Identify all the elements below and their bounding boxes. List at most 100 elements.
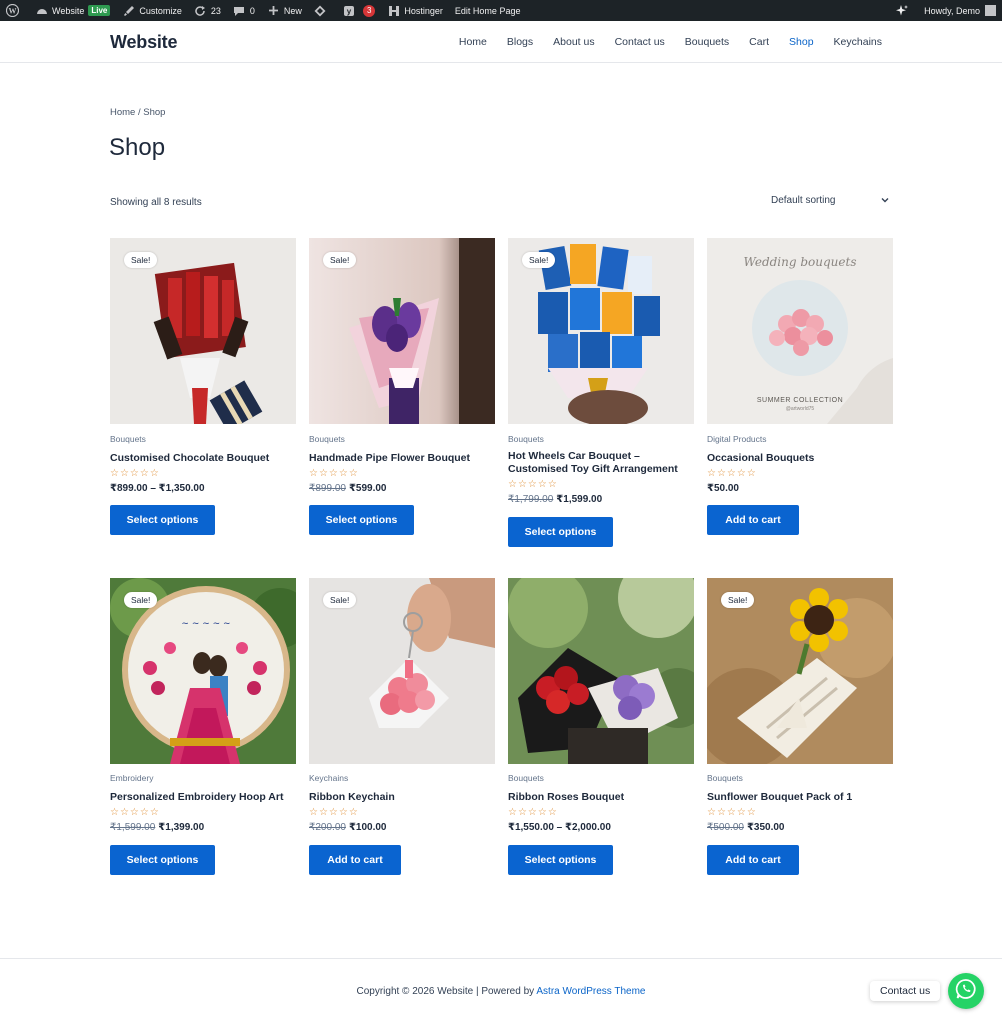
current-price: ₹1,399.00	[158, 822, 205, 833]
new-content-link[interactable]: New	[261, 0, 308, 21]
breadcrumb[interactable]: Home / Shop	[110, 107, 165, 118]
svg-text:y: y	[347, 7, 352, 16]
refresh-icon	[194, 4, 207, 17]
nav-keychains[interactable]: Keychains	[834, 36, 882, 48]
product-title[interactable]: Customised Chocolate Bouquet	[110, 452, 296, 465]
image-script-text: Wedding bouquets	[743, 255, 856, 269]
current-price: ₹1,599.00	[556, 494, 603, 505]
contact-us-chip[interactable]: Contact us	[870, 981, 941, 1001]
image-handle-text: @artworld75	[786, 406, 815, 412]
product-title[interactable]: Occasional Bouquets	[707, 452, 893, 465]
updates-link[interactable]: 23	[188, 0, 227, 21]
product-title[interactable]: Ribbon Keychain	[309, 791, 495, 804]
product-category: Bouquets	[508, 773, 544, 783]
current-price: ₹100.00	[348, 822, 387, 833]
site-header: Website Home Blogs About us Contact us B…	[0, 21, 1002, 63]
select-options-button[interactable]: Select options	[508, 517, 613, 547]
sorting-select[interactable]: Default sorting	[762, 189, 892, 211]
product-category: Embroidery	[110, 773, 154, 783]
select-options-button[interactable]: Select options	[110, 845, 215, 875]
current-price: ₹599.00	[348, 483, 387, 494]
product-card: Sale!	[309, 578, 495, 764]
whatsapp-button[interactable]	[948, 973, 984, 1009]
hostinger-label: Hostinger	[404, 5, 443, 16]
product-image[interactable]: Sale!	[309, 238, 495, 424]
product-category: Keychains	[309, 773, 349, 783]
ai-assistant-button[interactable]	[889, 0, 918, 21]
notifications-badge: 3	[362, 4, 376, 17]
product-image[interactable]: Wedding bouquets SUMMER COLLECTION @artw…	[707, 238, 893, 424]
sparkle-icon	[895, 4, 909, 17]
current-price: ₹1,550.00 – ₹2,000.00	[508, 822, 611, 833]
add-to-cart-button[interactable]: Add to cart	[707, 505, 799, 535]
nav-contact-us[interactable]: Contact us	[615, 36, 665, 48]
account-menu[interactable]: Howdy, Demo	[918, 0, 1002, 21]
product-card: Sale!	[508, 238, 694, 424]
nav-bouquets[interactable]: Bouquets	[685, 36, 729, 48]
page-title: Shop	[109, 134, 166, 161]
brush-icon	[122, 4, 135, 17]
svg-text:W: W	[9, 6, 17, 15]
current-price: ₹899.00 – ₹1,350.00	[110, 483, 205, 494]
nav-home[interactable]: Home	[459, 36, 487, 48]
product-image[interactable]: Sale!	[508, 238, 694, 424]
product-title[interactable]: Hot Wheels Car Bouquet – Customised Toy …	[508, 450, 694, 476]
select-options-button[interactable]: Select options	[508, 845, 613, 875]
old-price: ₹500.00	[707, 822, 744, 833]
plus-icon	[267, 4, 280, 17]
nav-about-us[interactable]: About us	[553, 36, 594, 48]
sale-badge: Sale!	[124, 252, 158, 268]
wordpress-logo-button[interactable]: W	[0, 0, 29, 21]
sale-badge: Sale!	[323, 252, 357, 268]
product-card	[508, 578, 694, 764]
diamond-plugin-link[interactable]	[308, 0, 337, 21]
old-price: ₹200.00	[309, 822, 346, 833]
product-image[interactable]: ~ ~ ~ ~ ~ Sale!	[110, 578, 296, 764]
primary-nav: Home Blogs About us Contact us Bouquets …	[439, 21, 882, 63]
product-title[interactable]: Ribbon Roses Bouquet	[508, 791, 694, 804]
select-options-button[interactable]: Select options	[309, 505, 414, 535]
rating-stars: ☆☆☆☆☆	[707, 468, 757, 479]
product-category: Bouquets	[508, 434, 544, 444]
nav-blogs[interactable]: Blogs	[507, 36, 533, 48]
sale-badge: Sale!	[323, 592, 357, 608]
product-title[interactable]: Sunflower Bouquet Pack of 1	[707, 791, 893, 804]
customize-label: Customize	[139, 5, 182, 16]
wordpress-icon: W	[6, 4, 19, 17]
yoast-seo-link[interactable]: y 3	[337, 0, 381, 21]
edit-page-label: Edit Home Page	[454, 5, 521, 16]
rating-stars: ☆☆☆☆☆	[110, 807, 160, 818]
new-label: New	[283, 5, 302, 16]
product-image[interactable]: Sale!	[110, 238, 296, 424]
diamond-icon	[314, 4, 327, 17]
theme-link[interactable]: Astra WordPress Theme	[536, 986, 645, 997]
nav-cart[interactable]: Cart	[749, 36, 769, 48]
rating-stars: ☆☆☆☆☆	[309, 468, 359, 479]
current-price: ₹50.00	[707, 483, 739, 494]
nav-shop[interactable]: Shop	[789, 36, 814, 48]
product-title[interactable]: Handmade Pipe Flower Bouquet	[309, 452, 495, 465]
edit-page-link[interactable]: Edit Home Page	[449, 0, 527, 21]
comments-link[interactable]: 0	[227, 0, 261, 21]
add-to-cart-button[interactable]: Add to cart	[309, 845, 401, 875]
rating-stars: ☆☆☆☆☆	[309, 807, 359, 818]
product-image[interactable]: Sale!	[707, 578, 893, 764]
live-badge: Live	[88, 5, 111, 16]
add-to-cart-button[interactable]: Add to cart	[707, 845, 799, 875]
select-options-button[interactable]: Select options	[110, 505, 215, 535]
site-title[interactable]: Website	[110, 32, 177, 53]
site-name-link[interactable]: Website Live	[29, 0, 116, 21]
product-title[interactable]: Personalized Embroidery Hoop Art	[110, 791, 296, 804]
product-category: Bouquets	[110, 434, 146, 444]
rating-stars: ☆☆☆☆☆	[110, 468, 160, 479]
result-count: Showing all 8 results	[110, 197, 202, 208]
comments-count: 0	[249, 5, 255, 16]
hostinger-link[interactable]: Hostinger	[381, 0, 449, 21]
product-price: ₹899.00 – ₹1,350.00	[110, 483, 205, 494]
whatsapp-icon	[955, 978, 977, 1005]
product-image[interactable]	[508, 578, 694, 764]
product-card: Wedding bouquets SUMMER COLLECTION @artw…	[707, 238, 893, 424]
customize-link[interactable]: Customize	[116, 0, 188, 21]
product-image[interactable]: Sale!	[309, 578, 495, 764]
site-name-label: Website	[52, 5, 85, 16]
